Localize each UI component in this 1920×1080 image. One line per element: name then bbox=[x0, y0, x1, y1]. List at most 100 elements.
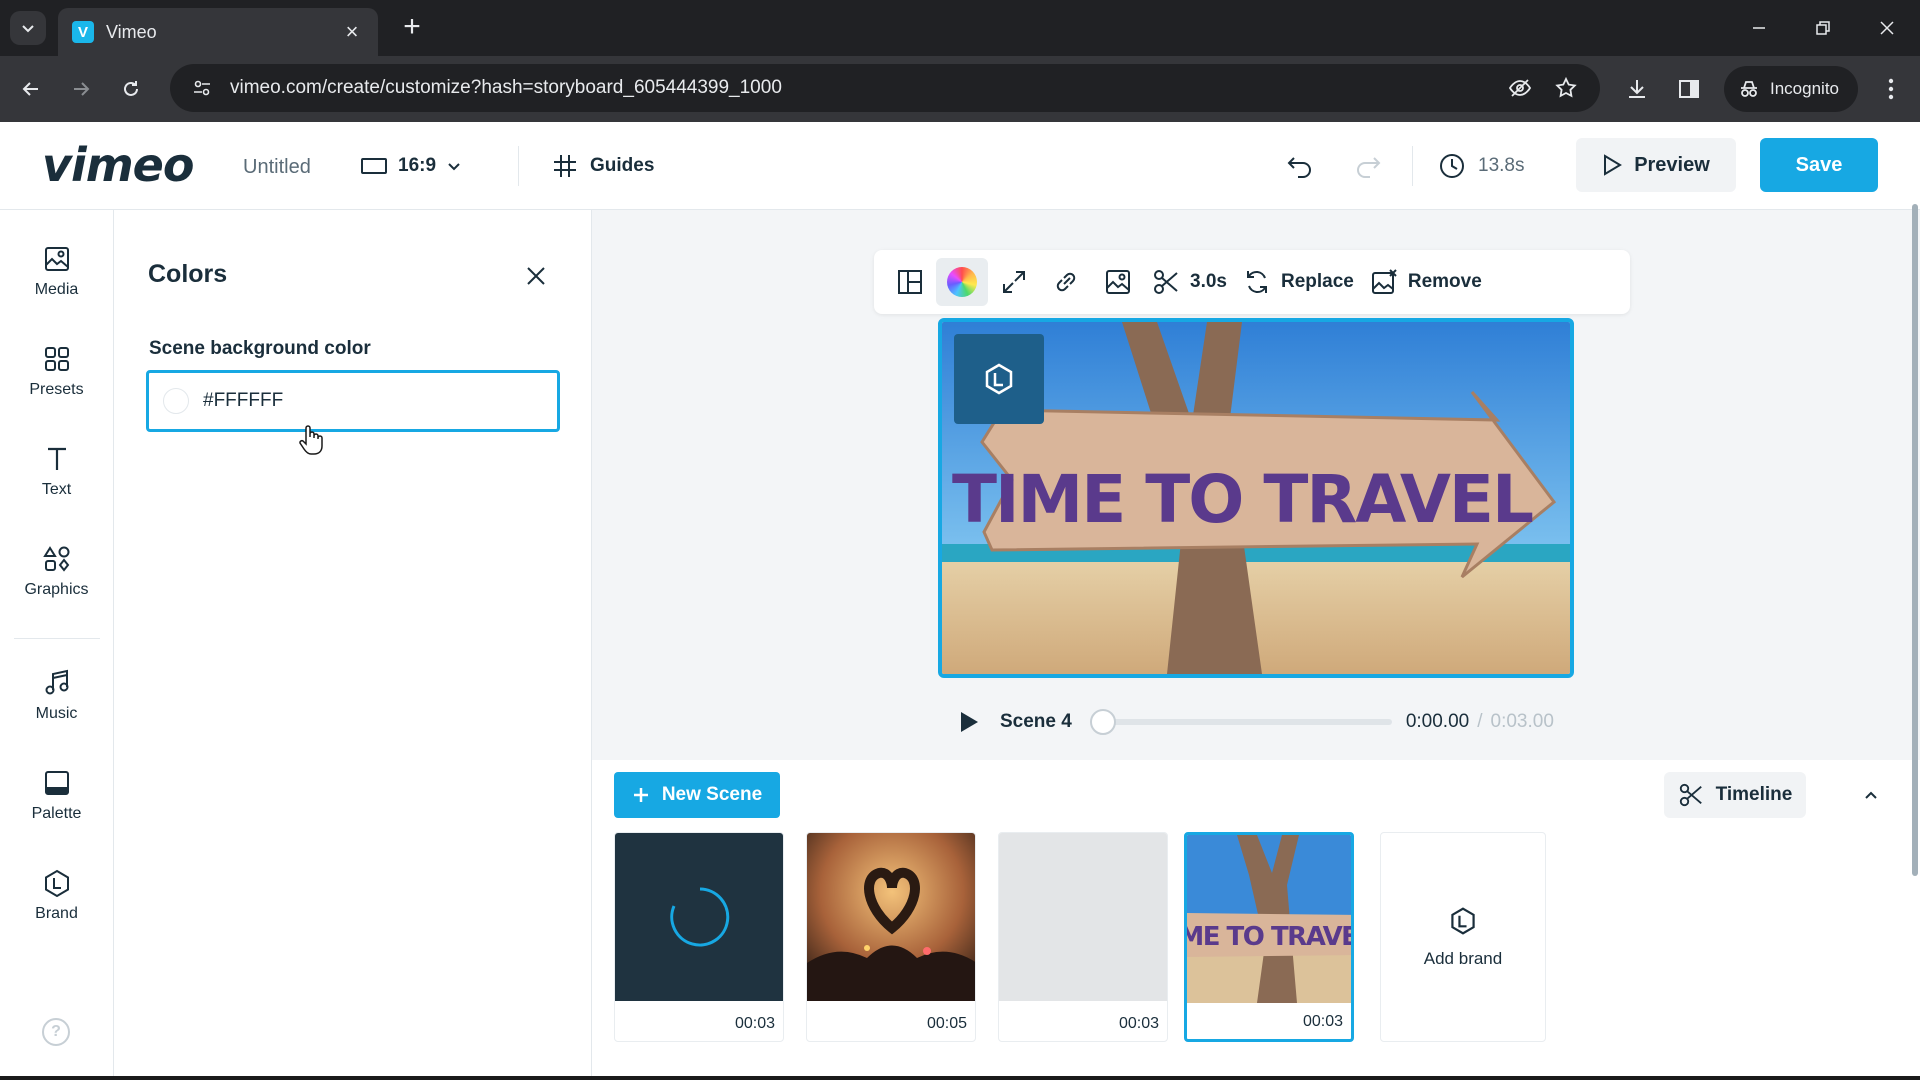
colors-button[interactable] bbox=[936, 258, 988, 306]
restore-button[interactable] bbox=[1800, 10, 1846, 46]
plus-icon bbox=[633, 788, 648, 802]
new-tab-button[interactable]: + bbox=[396, 12, 428, 44]
rail-item-brand[interactable]: Brand bbox=[0, 854, 113, 938]
storyboard: New Scene Timeline 00:03 00:05 00:03 E T… bbox=[592, 760, 1920, 1080]
brand-icon bbox=[1451, 907, 1475, 935]
site-settings-icon[interactable] bbox=[188, 74, 216, 102]
scene-thumbnail: ME TO TRAVEI bbox=[1187, 835, 1351, 1003]
rail-item-music[interactable]: Music bbox=[0, 654, 113, 738]
scene-sign-text: TIME TO TRAVEL bbox=[952, 461, 1533, 538]
canvas-area: 3.0s Replace Remove TIME TO TRAVEL Scene… bbox=[592, 210, 1920, 760]
eye-off-icon[interactable] bbox=[1504, 72, 1536, 104]
play-button[interactable] bbox=[954, 707, 984, 737]
redo-button[interactable] bbox=[1348, 146, 1388, 186]
bookmark-star-icon[interactable] bbox=[1550, 72, 1582, 104]
grid-hash-icon bbox=[554, 155, 576, 177]
expand-icon bbox=[1003, 271, 1025, 293]
scene-card[interactable]: 00:05 bbox=[806, 832, 976, 1042]
rail-item-label: Presets bbox=[29, 381, 84, 398]
loading-spinner-icon bbox=[670, 887, 730, 947]
rail-item-text[interactable]: Text bbox=[0, 430, 113, 514]
scene-duration: 00:03 bbox=[1302, 1013, 1343, 1030]
scene-preview[interactable]: TIME TO TRAVEL bbox=[938, 318, 1574, 678]
close-window-button[interactable] bbox=[1864, 10, 1910, 46]
timeline-button[interactable]: Timeline bbox=[1664, 772, 1806, 818]
rail-item-label: Graphics bbox=[24, 581, 89, 598]
trim-duration: 3.0s bbox=[1190, 271, 1227, 292]
browser-tab[interactable]: V Vimeo × bbox=[58, 8, 378, 56]
vimeo-favicon-icon: V bbox=[72, 21, 94, 43]
crop-image-button[interactable] bbox=[1092, 258, 1144, 306]
duration-value: 13.8s bbox=[1478, 155, 1525, 176]
guides-button[interactable]: Guides bbox=[552, 144, 654, 188]
layout-button[interactable] bbox=[884, 258, 936, 306]
clock-icon bbox=[1440, 154, 1464, 178]
aspect-ratio-dropdown[interactable]: 16:9 bbox=[360, 144, 462, 188]
rail-item-graphics[interactable]: Graphics bbox=[0, 530, 113, 614]
scene-thumbnail bbox=[807, 833, 975, 1001]
rail-item-media[interactable]: Media bbox=[0, 230, 113, 314]
forward-button[interactable] bbox=[62, 70, 100, 108]
replace-button[interactable]: Replace bbox=[1235, 258, 1362, 306]
help-icon[interactable]: ? bbox=[42, 1018, 70, 1046]
reload-button[interactable] bbox=[112, 70, 150, 108]
color-wheel-icon bbox=[947, 267, 977, 297]
panel-close-button[interactable] bbox=[520, 260, 552, 292]
time-separator: / bbox=[1477, 711, 1483, 732]
restore-icon bbox=[1816, 21, 1830, 35]
back-button[interactable] bbox=[12, 70, 50, 108]
scene-card[interactable]: 00:03 bbox=[614, 832, 784, 1042]
browser-menu-button[interactable] bbox=[1872, 70, 1910, 108]
scene-card-selected[interactable]: ME TO TRAVEI 00:03 bbox=[1184, 832, 1354, 1042]
color-swatch[interactable] bbox=[163, 388, 189, 414]
scene-background-color-input[interactable]: #FFFFFF bbox=[146, 370, 560, 432]
scrubber-handle[interactable] bbox=[1089, 709, 1116, 735]
side-panel-icon bbox=[1679, 80, 1699, 98]
link-button[interactable] bbox=[1040, 258, 1092, 306]
add-brand-card[interactable]: Add brand bbox=[1380, 832, 1546, 1042]
scene-card[interactable]: 00:03 bbox=[998, 832, 1168, 1042]
vimeo-logo[interactable]: vimeo bbox=[42, 138, 194, 192]
address-bar[interactable]: vimeo.com/create/customize?hash=storyboa… bbox=[170, 64, 1600, 112]
scrubber-track[interactable] bbox=[1089, 709, 1392, 735]
layout-icon bbox=[898, 270, 922, 294]
preview-button[interactable]: Preview bbox=[1576, 138, 1736, 192]
color-hex-value: #FFFFFF bbox=[203, 390, 284, 411]
minimize-button[interactable] bbox=[1736, 10, 1782, 46]
new-scene-button[interactable]: New Scene bbox=[614, 772, 780, 818]
incognito-icon bbox=[1738, 78, 1760, 100]
scene-player: Scene 4 0:00.00 / 0:03.00 bbox=[954, 702, 1574, 742]
remove-button[interactable]: Remove bbox=[1362, 258, 1490, 306]
aspect-ratio-icon bbox=[361, 158, 387, 174]
brand-badge[interactable] bbox=[954, 334, 1044, 424]
rail-item-label: Brand bbox=[35, 905, 78, 922]
rail-item-presets[interactable]: Presets bbox=[0, 330, 113, 414]
rail-item-palette[interactable]: Palette bbox=[0, 754, 113, 838]
chevron-down-icon bbox=[448, 163, 460, 171]
scene-duration: 00:03 bbox=[1118, 1015, 1159, 1032]
reload-icon bbox=[124, 81, 138, 96]
trim-button[interactable]: 3.0s bbox=[1144, 258, 1235, 306]
scene-thumbnail bbox=[615, 833, 783, 1001]
document-title[interactable]: Untitled bbox=[243, 156, 311, 179]
save-button[interactable]: Save bbox=[1760, 138, 1878, 192]
tab-search-button[interactable] bbox=[10, 11, 46, 45]
app-header: vimeo Untitled 16:9 Guides 13.8s Preview… bbox=[0, 122, 1920, 210]
close-icon bbox=[527, 267, 545, 285]
more-vertical-icon bbox=[1888, 78, 1894, 100]
side-panel-button[interactable] bbox=[1670, 70, 1708, 108]
undo-button[interactable] bbox=[1280, 146, 1320, 186]
music-icon bbox=[45, 669, 68, 695]
rail-item-label: Music bbox=[35, 705, 78, 722]
redo-icon bbox=[1357, 157, 1381, 178]
grid-icon bbox=[44, 347, 69, 371]
downloads-button[interactable] bbox=[1618, 70, 1656, 108]
undo-icon bbox=[1287, 157, 1311, 178]
link-icon bbox=[1056, 272, 1076, 292]
page-scrollbar[interactable] bbox=[1912, 204, 1918, 876]
incognito-indicator[interactable]: Incognito bbox=[1724, 66, 1858, 112]
collapse-storyboard-button[interactable] bbox=[1856, 780, 1886, 810]
resize-button[interactable] bbox=[988, 258, 1040, 306]
image-frame-icon bbox=[1106, 270, 1130, 294]
tab-close-icon[interactable]: × bbox=[340, 19, 364, 45]
